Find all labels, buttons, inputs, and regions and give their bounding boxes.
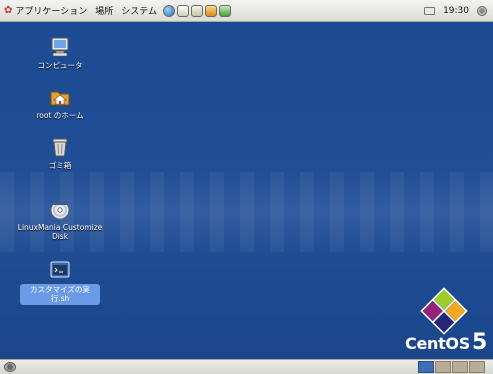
launcher-group	[162, 4, 231, 17]
workspace-1[interactable]	[418, 361, 434, 373]
desktop-icon-script[interactable]: カスタマイズの実行.sh	[15, 259, 105, 305]
centos-logo-icon	[420, 287, 468, 335]
globe-icon[interactable]	[162, 4, 175, 17]
centos-wordmark: CentOS5	[405, 330, 487, 355]
show-desktop-icon[interactable]	[4, 362, 16, 372]
script-file-icon	[50, 261, 70, 278]
workspace-3[interactable]	[452, 361, 468, 373]
computer-icon	[51, 37, 69, 57]
desktop-icon-computer[interactable]: コンピュータ	[15, 36, 105, 70]
mail-icon[interactable]	[176, 4, 189, 17]
foot-logo-icon: ✿	[4, 5, 13, 16]
desktop-icon-home[interactable]: root のホーム	[15, 86, 105, 120]
home-folder-icon	[50, 91, 70, 106]
desktop-icon-trash[interactable]: ゴミ箱	[15, 136, 105, 170]
workspace-switcher	[418, 361, 493, 373]
workspace-4[interactable]	[469, 361, 485, 373]
desktop[interactable]: コンピュータ root のホーム ゴミ箱 LinuxMania Customiz…	[0, 22, 493, 359]
bottom-panel	[0, 359, 493, 374]
document-icon[interactable]	[190, 4, 203, 17]
desktop-icon-label: LinuxMania Customize Disk	[17, 223, 103, 242]
system-menu-label: システム	[121, 7, 157, 17]
panel-tray: 19:30	[424, 5, 493, 16]
desktop-icon-label: ゴミ箱	[48, 161, 72, 170]
desktop-icon-label: カスタマイズの実行.sh	[20, 284, 100, 305]
logo-version: 5	[471, 330, 487, 355]
applications-menu-label: アプリケーション	[15, 7, 88, 17]
volume-icon[interactable]	[477, 5, 487, 16]
spreadsheet-icon[interactable]	[218, 4, 231, 17]
workspace-2[interactable]	[435, 361, 451, 373]
applications-menu[interactable]: ✿ アプリケーション	[0, 0, 91, 21]
desktop-icon-label: root のホーム	[36, 111, 84, 120]
logo-word: CentOS	[405, 334, 470, 353]
clock[interactable]: 19:30	[443, 6, 469, 16]
places-menu[interactable]: 場所	[91, 0, 117, 21]
network-icon[interactable]	[424, 6, 436, 15]
trash-icon	[52, 138, 68, 157]
system-menu[interactable]: システム	[117, 0, 161, 21]
presentation-icon[interactable]	[204, 4, 217, 17]
cd-disk-icon	[50, 200, 70, 220]
top-panel: ✿ アプリケーション 場所 システム 19:30	[0, 0, 493, 22]
desktop-icon-cd[interactable]: LinuxMania Customize Disk	[15, 198, 105, 242]
desktop-icon-label: コンピュータ	[37, 61, 83, 70]
places-menu-label: 場所	[95, 7, 114, 17]
